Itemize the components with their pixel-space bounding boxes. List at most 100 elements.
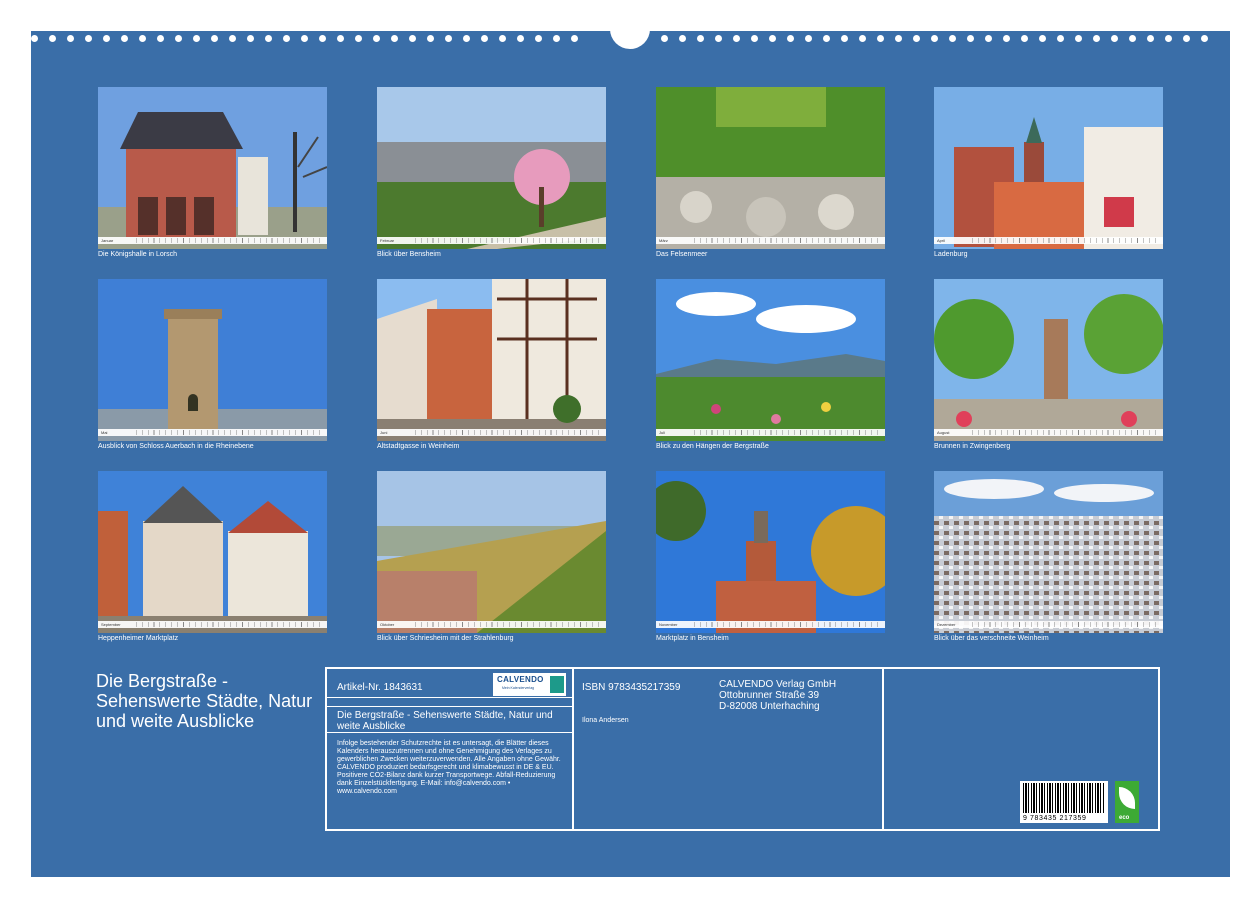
- binding-hole: [1057, 35, 1064, 42]
- binding-hole: [715, 35, 722, 42]
- binding-hole: [355, 35, 362, 42]
- binding-hole: [967, 35, 974, 42]
- photo-caption: Das Felsenmeer: [656, 251, 708, 258]
- binding-hole: [445, 35, 452, 42]
- binding-hole: [1129, 35, 1136, 42]
- month-label: Juni: [380, 430, 388, 435]
- divider: [327, 706, 572, 707]
- publisher-address: CALVENDO Verlag GmbH Ottobrunner Straße …: [719, 679, 837, 712]
- binding-hole: [121, 35, 128, 42]
- stone-tower-photo: Mai: [98, 279, 327, 441]
- binding-hole: [679, 35, 686, 42]
- binding-hole: [337, 35, 344, 42]
- month-label: April: [937, 238, 946, 243]
- photo-caption: Blick zu den Hängen der Bergstraße: [656, 443, 769, 450]
- binding-hole: [247, 35, 254, 42]
- binding-hole: [1039, 35, 1046, 42]
- month-label: September: [101, 622, 121, 627]
- binding-hole: [481, 35, 488, 42]
- binding-hole: [895, 35, 902, 42]
- photo-caption: Die Königshalle in Lorsch: [98, 251, 177, 258]
- isbn-barcode: 9 783435 217359: [1020, 781, 1108, 823]
- snowy-town-photo: Dezember: [934, 471, 1163, 633]
- info-subtitle: Die Bergstraße - Sehenswerte Städte, Nat…: [337, 710, 553, 732]
- month-label: Januar: [101, 238, 114, 243]
- fountain-square-photo: August: [934, 279, 1163, 441]
- binding-hole: [1003, 35, 1010, 42]
- binding-hole: [427, 35, 434, 42]
- leaf-icon: [1119, 787, 1135, 809]
- binding-hole: [409, 35, 416, 42]
- month-label: November: [659, 622, 678, 627]
- binding-hole: [769, 35, 776, 42]
- photo-caption: Ladenburg: [934, 251, 968, 258]
- calvendo-mark-icon: [550, 676, 564, 693]
- binding-hole: [1021, 35, 1028, 42]
- month-label: Oktober: [380, 622, 395, 627]
- binding-hole: [301, 35, 308, 42]
- date-strip: April: [934, 237, 1163, 244]
- date-strip: Juli: [656, 429, 885, 436]
- divider: [327, 732, 572, 733]
- binding-hole: [139, 35, 146, 42]
- divider: [327, 697, 572, 698]
- binding-hole: [553, 35, 560, 42]
- binding-hole: [85, 35, 92, 42]
- month-label: Juli: [659, 430, 666, 435]
- eco-label: eco: [1115, 781, 1139, 823]
- binding-hole: [931, 35, 938, 42]
- binding-hole: [1111, 35, 1118, 42]
- binding-hole: [1183, 35, 1190, 42]
- binding-hole: [157, 35, 164, 42]
- date-strip: Juni: [377, 429, 606, 436]
- date-strip: März: [656, 237, 885, 244]
- binding-hole: [859, 35, 866, 42]
- date-strip: Januar: [98, 237, 327, 244]
- binding-hole: [1147, 35, 1154, 42]
- binding-hole: [985, 35, 992, 42]
- binding-hole: [1093, 35, 1100, 42]
- binding-hole: [265, 35, 272, 42]
- divider: [882, 669, 884, 829]
- binding-hole: [1165, 35, 1172, 42]
- photo-caption: Blick über das verschneite Weinheim: [934, 635, 1049, 642]
- binding-hole: [319, 35, 326, 42]
- month-label: Februar: [380, 238, 395, 243]
- date-strip: Dezember: [934, 621, 1163, 628]
- binding-hole: [571, 35, 578, 42]
- month-label: Mai: [101, 430, 108, 435]
- binding-hole: [499, 35, 506, 42]
- date-strip: Februar: [377, 237, 606, 244]
- binding-hole: [229, 35, 236, 42]
- photo-caption: Altstadtgasse in Weinheim: [377, 443, 460, 450]
- article-number: Artikel-Nr. 1843631: [337, 682, 423, 693]
- photo-caption: Marktplatz in Bensheim: [656, 635, 729, 642]
- rock-sea-forest-photo: März: [656, 87, 885, 249]
- binding-hole: [877, 35, 884, 42]
- market-square-photo: September: [98, 471, 327, 633]
- binding-hole: [751, 35, 758, 42]
- date-strip: September: [98, 621, 327, 628]
- photo-caption: Heppenheimer Marktplatz: [98, 635, 179, 642]
- binding-hole: [823, 35, 830, 42]
- date-strip: Mai: [98, 429, 327, 436]
- binding-hole: [1201, 35, 1208, 42]
- binding-hole: [841, 35, 848, 42]
- binding-hole: [805, 35, 812, 42]
- binding-hole: [103, 35, 110, 42]
- binding-hole: [391, 35, 398, 42]
- date-strip: Oktober: [377, 621, 606, 628]
- photo-caption: Blick über Schriesheim mit der Strahlenb…: [377, 635, 514, 642]
- binding-hole: [463, 35, 470, 42]
- binding-hole: [535, 35, 542, 42]
- calendar-title: Die Bergstraße - Sehenswerte Städte, Nat…: [96, 671, 313, 731]
- binding-hole: [193, 35, 200, 42]
- calvendo-logo: CALVENDO Mein Kalenderverlag: [493, 673, 566, 696]
- binding-hole: [787, 35, 794, 42]
- binding-hole: [67, 35, 74, 42]
- binding-hole: [283, 35, 290, 42]
- author: Ilona Andersen: [582, 717, 629, 724]
- town-view-blossom-photo: Februar: [377, 87, 606, 249]
- binding-hole: [31, 35, 38, 42]
- half-timbered-lane-photo: Juni: [377, 279, 606, 441]
